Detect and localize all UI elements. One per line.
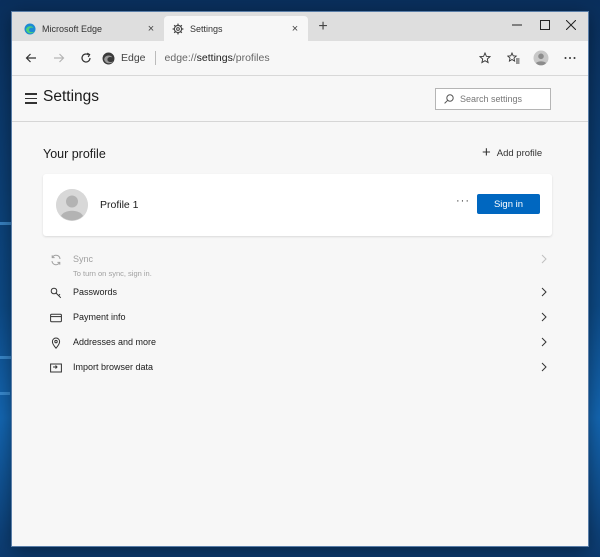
row-label: Passwords bbox=[73, 287, 118, 297]
plus-icon: + bbox=[482, 144, 491, 161]
chevron-right-icon bbox=[541, 362, 547, 372]
star-icon bbox=[479, 52, 491, 64]
favorite-star-button[interactable] bbox=[474, 47, 496, 69]
chevron-right-icon bbox=[541, 254, 547, 264]
avatar bbox=[56, 189, 88, 221]
arrow-left-icon bbox=[25, 53, 36, 63]
wallpaper-light-streak bbox=[0, 392, 10, 395]
browser-window: Microsoft Edge × Settings × + Edge edge:… bbox=[12, 12, 588, 546]
add-profile-button[interactable]: + Add profile bbox=[482, 144, 543, 161]
settings-row-addresses[interactable]: Addresses and more bbox=[43, 332, 552, 354]
settings-row-passwords[interactable]: Passwords bbox=[43, 282, 552, 304]
credit-card-icon bbox=[50, 313, 62, 323]
search-icon bbox=[444, 94, 454, 104]
new-tab-button[interactable]: + bbox=[312, 17, 334, 37]
search-box[interactable] bbox=[435, 88, 551, 110]
profile-more-button[interactable]: ··· bbox=[455, 195, 471, 209]
menu-hamburger-icon[interactable] bbox=[25, 93, 37, 104]
tab-close-icon[interactable]: × bbox=[146, 23, 156, 35]
refresh-icon bbox=[81, 52, 91, 63]
tab-settings[interactable]: Settings × bbox=[164, 16, 308, 41]
arrow-right-icon bbox=[54, 53, 65, 63]
settings-row-sync: Sync To turn on sync, sign in. bbox=[43, 249, 552, 279]
favorites-button[interactable] bbox=[502, 47, 524, 69]
row-label: Import browser data bbox=[73, 362, 154, 372]
browser-toolbar: Edge edge://settings/profiles bbox=[12, 41, 588, 76]
sync-icon bbox=[51, 254, 61, 266]
add-profile-label: Add profile bbox=[496, 147, 543, 159]
profile-card: Profile 1 ··· Sign in bbox=[43, 174, 552, 236]
site-identity-label: Edge bbox=[121, 52, 146, 64]
address-bar[interactable]: Edge edge://settings/profiles bbox=[102, 45, 502, 71]
chevron-right-icon bbox=[541, 312, 547, 322]
settings-and-more-button[interactable] bbox=[559, 47, 581, 69]
close-window-button[interactable] bbox=[554, 12, 588, 38]
favorites-list-icon bbox=[506, 52, 519, 64]
url-text: edge://settings/profiles bbox=[164, 52, 270, 64]
row-label: Payment info bbox=[73, 312, 126, 322]
address-divider bbox=[154, 51, 156, 65]
tab-label: Microsoft Edge bbox=[42, 23, 103, 34]
tab-label: Settings bbox=[190, 23, 223, 34]
settings-row-import-browser-data[interactable]: Import browser data bbox=[43, 357, 552, 379]
row-label: Sync bbox=[73, 254, 94, 264]
profile-name: Profile 1 bbox=[100, 199, 139, 211]
refresh-button[interactable] bbox=[75, 47, 97, 69]
more-horizontal-icon bbox=[564, 57, 576, 59]
chevron-right-icon bbox=[541, 287, 547, 297]
close-icon bbox=[566, 20, 576, 30]
tab-strip: Microsoft Edge × Settings × + bbox=[12, 12, 588, 41]
profile-button[interactable] bbox=[530, 47, 552, 69]
gear-icon bbox=[172, 23, 184, 34]
row-label: Addresses and more bbox=[73, 337, 157, 347]
settings-page: Settings Your profile + Add profile bbox=[12, 77, 588, 546]
key-icon bbox=[50, 287, 62, 299]
edge-logo-icon bbox=[24, 23, 36, 34]
forward-button[interactable] bbox=[48, 47, 70, 69]
minimize-icon bbox=[512, 24, 522, 26]
sign-in-button[interactable]: Sign in bbox=[477, 194, 540, 214]
tab-microsoft-edge[interactable]: Microsoft Edge × bbox=[16, 16, 164, 41]
tab-close-icon[interactable]: × bbox=[290, 23, 300, 35]
import-icon bbox=[50, 363, 62, 373]
back-button[interactable] bbox=[20, 47, 42, 69]
row-sublabel: To turn on sync, sign in. bbox=[73, 269, 152, 278]
maximize-icon bbox=[540, 20, 550, 30]
search-input[interactable] bbox=[460, 94, 544, 104]
edge-logo-icon bbox=[102, 52, 115, 64]
settings-row-payment-info[interactable]: Payment info bbox=[43, 307, 552, 329]
chevron-right-icon bbox=[541, 337, 547, 347]
location-pin-icon bbox=[51, 337, 61, 349]
page-title: Settings bbox=[43, 88, 100, 105]
avatar-icon bbox=[533, 50, 549, 66]
avatar-icon bbox=[56, 189, 88, 221]
section-title-your-profile: Your profile bbox=[43, 147, 106, 161]
settings-header: Settings bbox=[12, 77, 588, 122]
